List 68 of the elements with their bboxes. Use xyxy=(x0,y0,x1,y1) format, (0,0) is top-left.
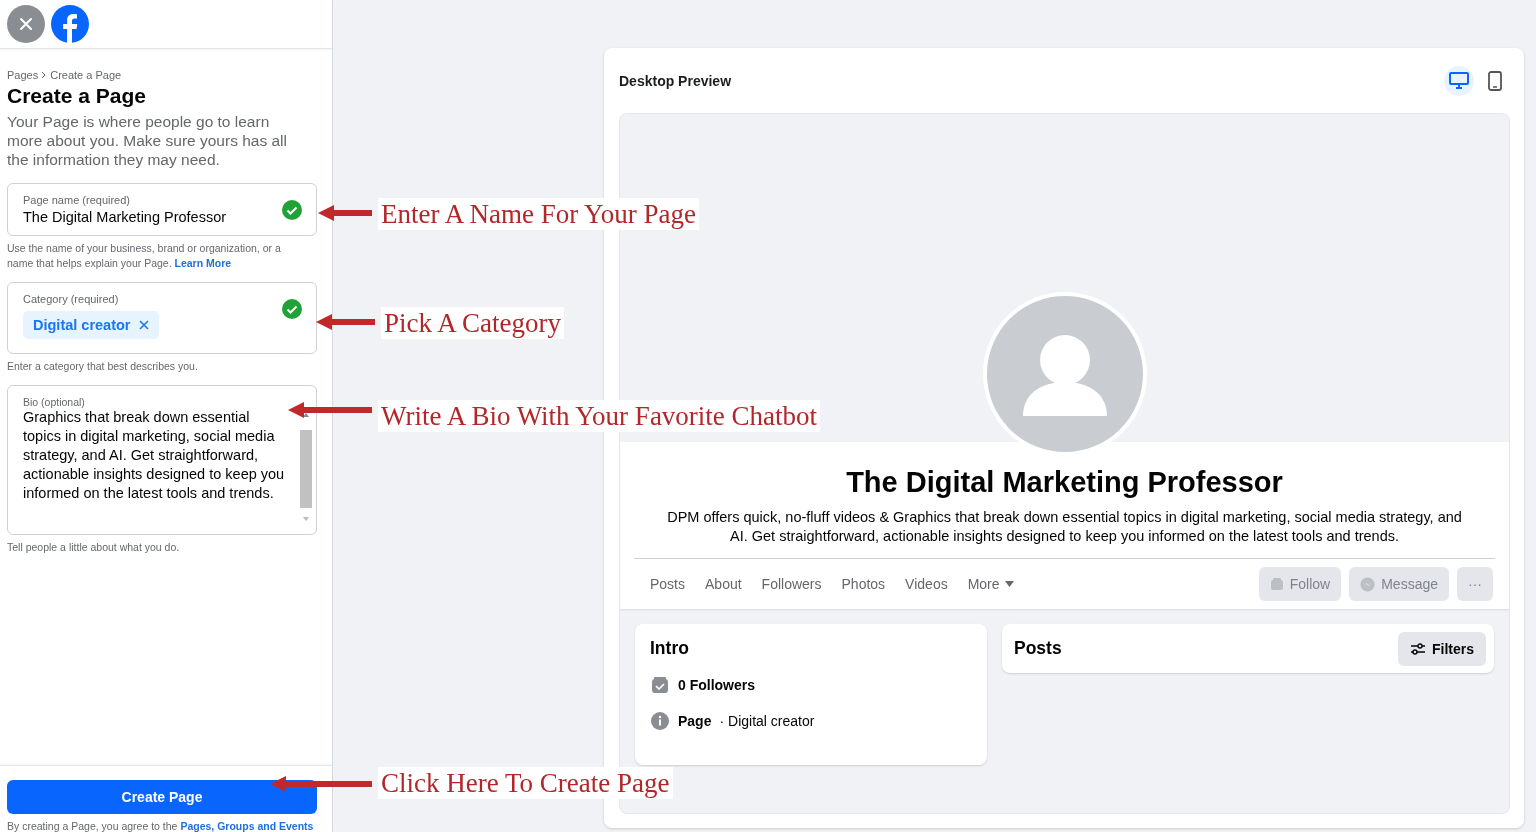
follow-icon xyxy=(1269,577,1284,591)
help-text: Tell people a little about what you do. xyxy=(7,540,181,555)
info-icon xyxy=(650,711,670,731)
tab-label: Photos xyxy=(841,576,886,592)
terms-link[interactable]: Pages, Groups and Events xyxy=(180,820,314,832)
sliders-icon xyxy=(1410,642,1426,655)
filters-button[interactable]: Filters xyxy=(1398,631,1486,666)
tab-label: Videos xyxy=(905,576,948,592)
bio-field[interactable] xyxy=(7,385,317,535)
category-field[interactable]: Category (required) Digital creator xyxy=(7,282,317,354)
button-label: Filters xyxy=(1432,640,1474,657)
annotation-label: Write A Bio With Your Favorite Chatbot xyxy=(378,400,821,432)
card-title: Posts xyxy=(1014,638,1062,659)
chip-label: Digital creator xyxy=(33,317,131,333)
breadcrumb-link[interactable]: Pages xyxy=(7,69,39,81)
page-description: DPM offers quick, no-fluff videos & Graphics that break down essential topics in digital marketing, social media strategy, and AI. Get straightforward, actionable insights designed to keep you informed on the latest tools and trends. xyxy=(666,508,1463,546)
page-name: The Digital Marketing Professor xyxy=(846,466,1283,499)
profile-tab[interactable]: About xyxy=(695,564,752,604)
profile-tab[interactable]: More xyxy=(957,564,1024,604)
annotation-label: Click Here To Create Page xyxy=(378,767,673,799)
help-text: Use the name of your business, brand or organization, or a name that helps explain your Page. Learn More xyxy=(7,241,282,271)
close-icon xyxy=(19,17,33,31)
card-title: Intro xyxy=(650,638,690,659)
profile-tab[interactable]: Posts xyxy=(640,564,695,604)
field-label: Page name (required) xyxy=(23,194,131,206)
profile-tab[interactable]: Videos xyxy=(895,564,958,604)
tab-label: Posts xyxy=(650,576,685,592)
page-name-field[interactable]: Page name (required) The Digital Marketing Professor xyxy=(7,183,317,236)
remove-icon[interactable] xyxy=(138,320,149,330)
message-button[interactable]: Message xyxy=(1349,567,1449,601)
facebook-logo-icon[interactable] xyxy=(51,5,89,43)
monitor-icon xyxy=(1449,71,1469,90)
page-type-label: Page xyxy=(678,713,712,729)
profile-tab[interactable]: Photos xyxy=(831,564,896,604)
button-label: Follow xyxy=(1289,576,1331,592)
page-title: Create a Page xyxy=(7,84,147,108)
category-chip[interactable]: Digital creator xyxy=(23,311,159,339)
tab-label: About xyxy=(705,576,742,592)
messenger-icon xyxy=(1360,576,1376,592)
help-text: Enter a category that best describes you. xyxy=(7,359,199,374)
learn-more-link[interactable]: Learn More xyxy=(174,257,232,269)
desktop-view-button[interactable] xyxy=(1444,65,1474,96)
page-category: · Digital creator xyxy=(719,713,815,729)
field-value: The Digital Marketing Professor xyxy=(23,209,227,225)
close-button[interactable] xyxy=(7,5,45,43)
followers-icon xyxy=(650,675,670,695)
preview-title: Desktop Preview xyxy=(619,72,732,89)
tab-label: More xyxy=(967,576,1000,592)
field-label: Bio (optional) xyxy=(23,396,86,408)
more-options-button[interactable]: ··· xyxy=(1457,567,1493,601)
phone-icon xyxy=(1488,70,1502,91)
annotation-arrow xyxy=(316,312,377,332)
followers-count: 0 Followers xyxy=(678,677,756,693)
annotation-label: Enter A Name For Your Page xyxy=(378,198,699,230)
intro-text: Your Page is where people go to learn more about you. Make sure yours has all the information they may need. xyxy=(7,112,288,169)
button-label: ··· xyxy=(1468,576,1482,592)
tab-label: Followers xyxy=(761,576,822,592)
field-label: Category (required) xyxy=(23,293,120,305)
terms-text: By creating a Page, you agree to the Pages, Groups and Events xyxy=(7,820,315,832)
button-label: Message xyxy=(1381,576,1438,592)
follow-button[interactable]: Follow xyxy=(1258,567,1342,601)
create-page-button[interactable]: Create Page xyxy=(7,780,317,814)
profile-tab[interactable]: Followers xyxy=(751,564,832,604)
annotation-label: Pick A Category xyxy=(381,307,564,339)
scroll-up-icon[interactable] xyxy=(302,412,310,418)
field-value: Graphics that break down essential topics in digital marketing, social media strategy, and AI. Get straightforward, actionable insights designed to keep you informed on the latest tools and trends. xyxy=(23,408,285,503)
annotation-arrow xyxy=(318,203,374,223)
chevron-right-icon xyxy=(41,71,48,79)
